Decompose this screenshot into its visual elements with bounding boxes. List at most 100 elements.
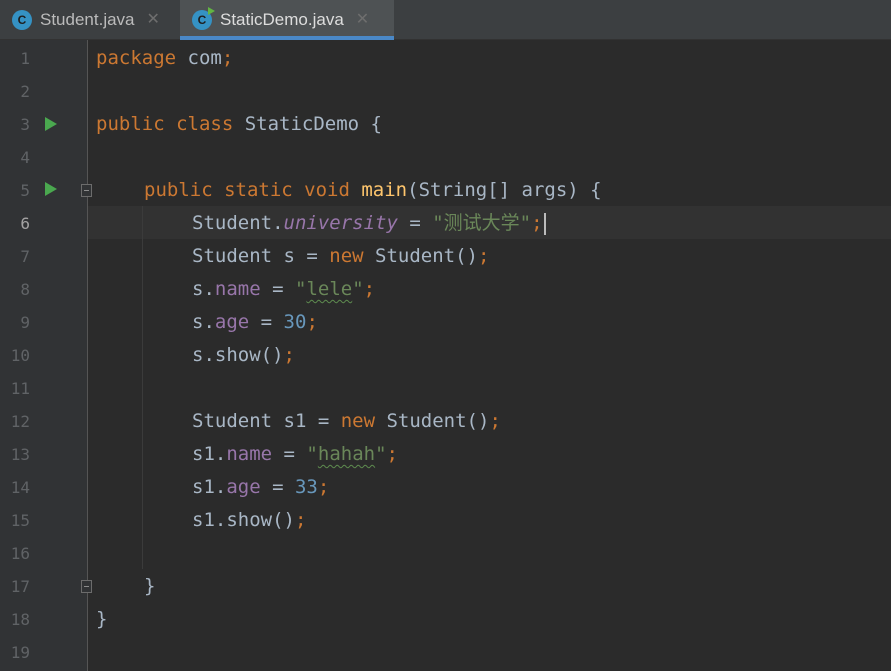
semicolon: ; xyxy=(317,476,330,498)
keyword: public static void xyxy=(144,179,350,201)
static-field: university xyxy=(283,212,398,234)
code-text: s1.show() xyxy=(192,509,295,531)
keyword: public class xyxy=(96,113,234,135)
code-text: Student() xyxy=(375,410,490,432)
method-name: main xyxy=(361,179,408,201)
line-number: 1 xyxy=(20,49,30,68)
code-text: Student. xyxy=(192,212,284,234)
line-number: 4 xyxy=(20,148,30,167)
code-line-15[interactable]: s1.show(); xyxy=(192,504,306,537)
java-class-runnable-icon: C xyxy=(192,7,215,30)
keyword: new xyxy=(340,410,376,432)
line-number: 15 xyxy=(10,511,30,530)
string-quote: " xyxy=(306,443,318,465)
line-number: 18 xyxy=(10,610,30,629)
tab-student-java[interactable]: C Student.java ✕ xyxy=(0,0,178,40)
code-line-6[interactable]: Student.university = "测试大学"; xyxy=(192,207,546,240)
operator: = xyxy=(397,212,433,234)
number-literal: 33 xyxy=(294,476,318,498)
code-line-8[interactable]: s.name = "lele"; xyxy=(192,273,375,306)
code-text: com xyxy=(176,47,222,69)
semicolon: ; xyxy=(489,410,501,432)
fold-icon[interactable] xyxy=(81,184,92,197)
editor-tab-bar: C Student.java ✕ C StaticDemo.java ✕ xyxy=(0,0,891,40)
operator: = xyxy=(249,311,284,333)
tab-label: Student.java xyxy=(40,10,135,29)
line-number: 10 xyxy=(10,346,30,365)
line-number: 3 xyxy=(20,115,30,134)
code-line-1[interactable]: package com; xyxy=(96,42,233,75)
field: age xyxy=(226,476,261,498)
code-line-12[interactable]: Student s1 = new Student(); xyxy=(192,405,501,438)
line-number: 19 xyxy=(10,643,30,662)
semicolon: ; xyxy=(221,47,234,69)
tab-label: StaticDemo.java xyxy=(220,10,344,29)
code-text: Student() xyxy=(363,245,478,267)
line-number: 11 xyxy=(10,379,30,398)
code-text: Student s1 = xyxy=(192,410,341,432)
run-class-icon[interactable] xyxy=(45,117,57,131)
string-literal-typo: lele xyxy=(306,278,353,300)
line-number: 8 xyxy=(20,280,30,299)
line-number: 7 xyxy=(20,247,30,266)
string-literal: "测试大学" xyxy=(432,212,532,234)
code-text: s.show() xyxy=(192,344,284,366)
string-quote: " xyxy=(352,278,364,300)
code-line-9[interactable]: s.age = 30; xyxy=(192,306,318,339)
semicolon: ; xyxy=(283,344,295,366)
semicolon: ; xyxy=(294,509,307,531)
code-line-10[interactable]: s.show(); xyxy=(192,339,295,372)
field: name xyxy=(214,278,261,300)
tab-staticdemo-java[interactable]: C StaticDemo.java ✕ xyxy=(180,0,394,40)
code-line-5[interactable]: public static void main(String[] args) { xyxy=(144,174,602,207)
code-text: (String[] args) { xyxy=(407,179,602,201)
closing-brace: } xyxy=(96,608,108,630)
code-text: s. xyxy=(192,278,215,300)
line-number: 16 xyxy=(10,544,30,563)
string-quote: " xyxy=(294,278,307,300)
line-number-current: 6 xyxy=(20,214,30,233)
string-quote: " xyxy=(375,443,387,465)
operator: = xyxy=(260,278,295,300)
code-text: Student s = xyxy=(192,245,330,267)
close-icon[interactable]: ✕ xyxy=(147,12,160,28)
line-number: 17 xyxy=(10,577,30,596)
operator: = xyxy=(260,476,295,498)
active-tab-indicator xyxy=(180,36,394,40)
code-text: s1. xyxy=(192,476,227,498)
field: age xyxy=(214,311,250,333)
semicolon: ; xyxy=(478,245,490,267)
code-text: StaticDemo { xyxy=(233,113,382,135)
code-line-7[interactable]: Student s = new Student(); xyxy=(192,240,489,273)
line-number: 5 xyxy=(20,181,30,200)
code-text: s1. xyxy=(192,443,227,465)
semicolon: ; xyxy=(363,278,376,300)
operator: = xyxy=(272,443,307,465)
java-class-icon: C xyxy=(12,10,32,30)
line-number: 2 xyxy=(20,82,30,101)
number-literal: 30 xyxy=(283,311,307,333)
line-number: 14 xyxy=(10,478,30,497)
semicolon: ; xyxy=(306,311,318,333)
code-line-18[interactable]: } xyxy=(96,603,107,636)
code-line-3[interactable]: public class StaticDemo { xyxy=(96,108,382,141)
indent-guide xyxy=(142,206,143,569)
line-number: 12 xyxy=(10,412,30,431)
keyword: new xyxy=(329,245,364,267)
run-main-icon[interactable] xyxy=(45,182,57,196)
closing-brace: } xyxy=(144,575,156,597)
text-caret xyxy=(543,212,546,235)
field: name xyxy=(226,443,273,465)
code-text: s. xyxy=(192,311,215,333)
semicolon: ; xyxy=(531,212,543,234)
code-line-13[interactable]: s1.name = "hahah"; xyxy=(192,438,398,471)
semicolon: ; xyxy=(386,443,398,465)
line-number: 13 xyxy=(10,445,30,464)
code-line-17[interactable]: } xyxy=(144,570,155,603)
string-literal-typo: hahah xyxy=(317,443,376,465)
line-number: 9 xyxy=(20,313,30,332)
keyword: package xyxy=(96,47,177,69)
close-icon[interactable]: ✕ xyxy=(356,12,369,28)
code-line-14[interactable]: s1.age = 33; xyxy=(192,471,329,504)
fold-end-icon[interactable] xyxy=(81,580,92,593)
